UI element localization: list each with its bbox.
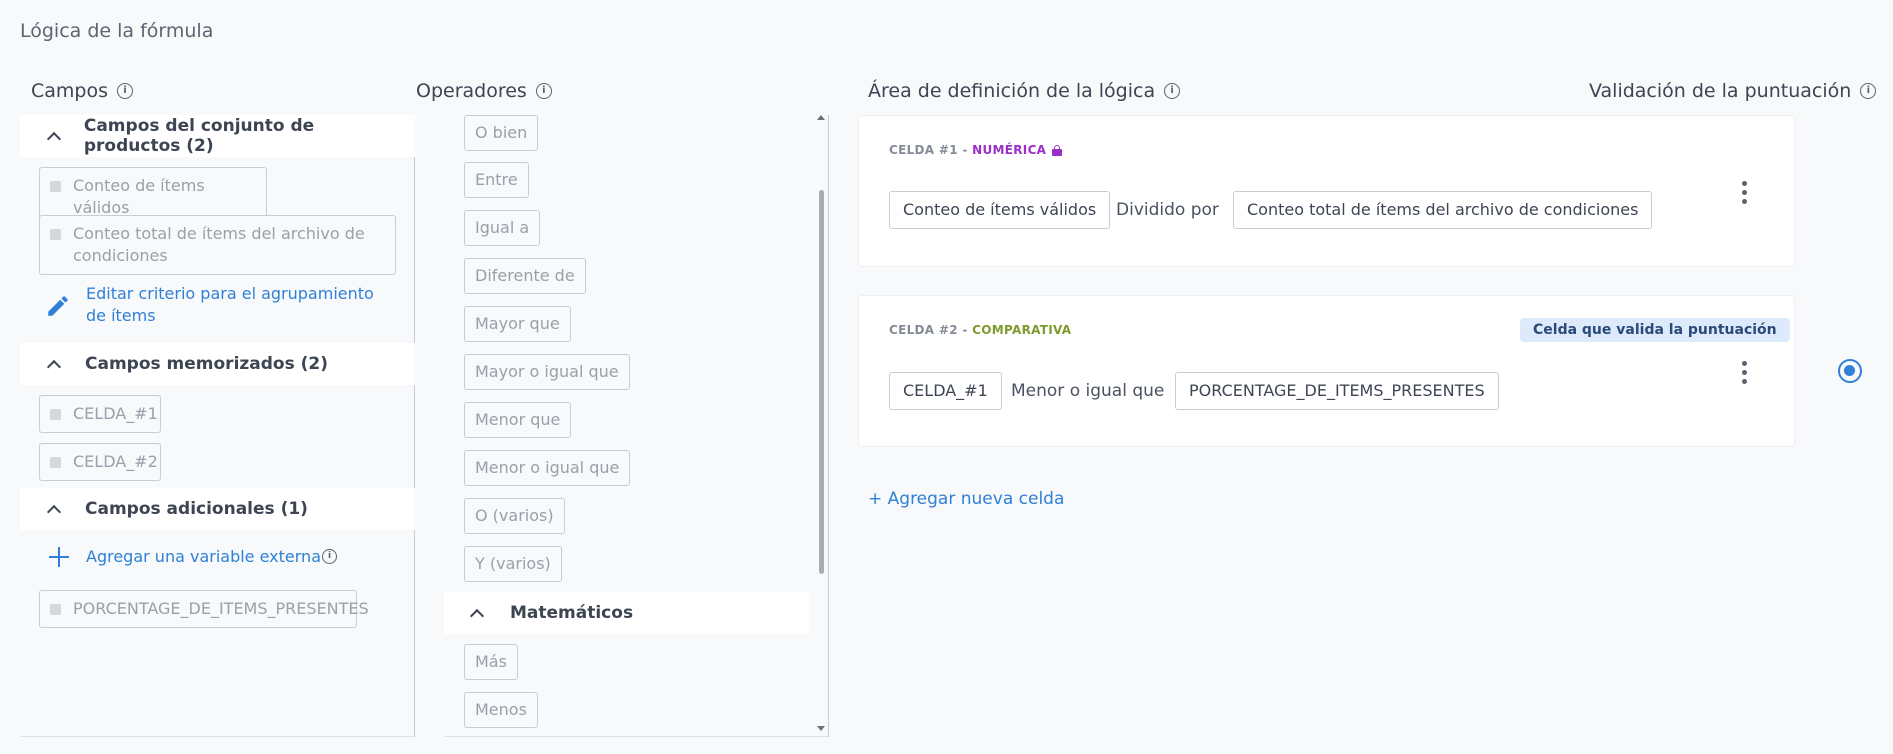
logic-area-title: Área de definición de la lógica i — [868, 80, 1181, 102]
field-chip-label: CELDA_#2 — [73, 452, 158, 471]
group-header-memorized-fields[interactable]: Campos memorizados (2) — [20, 343, 415, 385]
operadores-title: Operadores i — [416, 80, 552, 102]
edit-grouping-link[interactable]: Editar criterio para el agrupamiento de … — [86, 283, 396, 327]
operator-label[interactable]: Dividido por — [1116, 191, 1219, 229]
logic-cell-2[interactable]: CELDA #2 - COMPARATIVA Celda que valida … — [858, 295, 1795, 447]
scrollbar-thumb[interactable] — [819, 190, 824, 574]
operator-chip[interactable]: Mayor o igual que — [464, 354, 630, 390]
group-title: Matemáticos — [510, 603, 634, 623]
info-icon[interactable]: i — [117, 83, 134, 99]
lock-icon — [1052, 144, 1063, 156]
field-chip[interactable]: PORCENTAGE_DE_ITEMS_PRESENTES — [39, 590, 369, 628]
campos-title: Campos i — [31, 80, 134, 102]
validation-title-label: Validación de la puntuación — [1589, 80, 1852, 102]
campos-title-label: Campos — [31, 80, 109, 102]
field-chip[interactable]: CELDA_#2 — [39, 443, 161, 481]
drag-handle-icon — [50, 457, 61, 468]
chevron-up-icon[interactable] — [470, 607, 482, 619]
drag-handle-icon — [50, 409, 61, 420]
validation-title: Validación de la puntuación i — [1589, 80, 1877, 102]
operator-chip[interactable]: Igual a — [464, 210, 541, 246]
info-icon[interactable]: i — [322, 549, 337, 564]
field-chip-label: Conteo total de ítems del archivo de con… — [73, 224, 365, 265]
scroll-up-arrow-icon[interactable] — [817, 115, 825, 120]
operator-chip[interactable]: Menor o igual que — [464, 450, 631, 486]
group-header-math[interactable]: Matemáticos — [444, 592, 810, 634]
info-icon[interactable]: i — [535, 83, 552, 99]
group-title: Campos memorizados (2) — [85, 354, 329, 374]
operand-chip[interactable]: CELDA_#1 — [889, 372, 1002, 410]
operand-chip[interactable]: Conteo de ítems válidos — [889, 191, 1111, 229]
operator-chip[interactable]: Menos — [464, 692, 538, 728]
scroll-down-arrow-icon[interactable] — [817, 726, 825, 731]
plus-icon[interactable] — [49, 547, 69, 567]
operand-chip[interactable]: PORCENTAGE_DE_ITEMS_PRESENTES — [1175, 372, 1499, 410]
logic-area-title-label: Área de definición de la lógica — [868, 80, 1156, 102]
pencil-icon[interactable] — [45, 293, 71, 319]
group-title: Campos del conjunto de productos (2) — [83, 116, 315, 156]
drag-handle-icon — [50, 604, 61, 615]
operator-chip[interactable]: Mayor que — [464, 306, 571, 342]
kebab-menu-icon[interactable] — [1742, 181, 1748, 205]
page-title: Lógica de la fórmula — [20, 20, 214, 42]
cell-label: CELDA #2 - COMPARATIVA — [889, 323, 1071, 337]
campos-panel: Campos del conjunto de productos (2) Con… — [20, 115, 415, 737]
field-chip[interactable]: Conteo total de ítems del archivo de con… — [39, 215, 396, 275]
add-cell-link[interactable]: + Agregar nueva celda — [868, 489, 1064, 509]
info-icon[interactable]: i — [1860, 83, 1877, 99]
operator-label[interactable]: Menor o igual que — [1011, 372, 1164, 410]
operator-chip[interactable]: O (varios) — [464, 498, 565, 534]
info-icon[interactable]: i — [1164, 83, 1181, 99]
group-header-product-fields[interactable]: Campos del conjunto de productos (2) — [20, 115, 415, 157]
group-title: Campos adicionales (1) — [85, 499, 308, 519]
group-header-additional-fields[interactable]: Campos adicionales (1) — [20, 488, 415, 530]
divider — [444, 736, 828, 737]
cell-separator: - — [957, 323, 973, 337]
operator-chip[interactable]: O bien — [464, 115, 539, 151]
operator-chip[interactable]: Y (varios) — [464, 546, 562, 582]
field-chip-label: Conteo de ítems válidos — [73, 176, 205, 217]
kebab-menu-icon[interactable] — [1742, 361, 1748, 385]
chevron-up-icon[interactable] — [47, 503, 59, 515]
cell-type: COMPARATIVA — [972, 323, 1072, 337]
operand-chip[interactable]: Conteo total de ítems del archivo de con… — [1233, 191, 1653, 229]
field-chip-label: PORCENTAGE_DE_ITEMS_PRESENTES — [73, 599, 369, 618]
operator-chip[interactable]: Entre — [464, 162, 529, 198]
chevron-up-icon[interactable] — [47, 358, 59, 370]
operadores-title-label: Operadores — [416, 80, 527, 102]
operadores-panel[interactable]: O bien Entre Igual a Diferente de Mayor … — [416, 115, 829, 737]
drag-handle-icon — [50, 229, 61, 240]
field-chip-label: CELDA_#1 — [73, 404, 158, 423]
logic-cell-1[interactable]: CELDA #1 - NUMÉRICA Conteo de ítems váli… — [858, 115, 1795, 267]
score-validation-radio[interactable] — [1838, 359, 1862, 383]
cell-label: CELDA #1 - NUMÉRICA — [889, 143, 1063, 157]
cell-type: NUMÉRICA — [972, 143, 1047, 157]
cell-number: CELDA #1 — [889, 143, 958, 157]
operator-chip[interactable]: Menor que — [464, 402, 572, 438]
operator-chip[interactable]: Más — [464, 644, 518, 680]
add-external-variable-link[interactable]: Agregar una variable externa — [86, 546, 321, 568]
drag-handle-icon — [50, 181, 61, 192]
operator-chip[interactable]: Diferente de — [464, 258, 586, 294]
chevron-up-icon[interactable] — [47, 130, 58, 142]
score-validation-badge: Celda que valida la puntuación — [1520, 318, 1790, 342]
field-chip[interactable]: CELDA_#1 — [39, 395, 161, 433]
cell-separator: - — [957, 143, 973, 157]
cell-number: CELDA #2 — [889, 323, 958, 337]
